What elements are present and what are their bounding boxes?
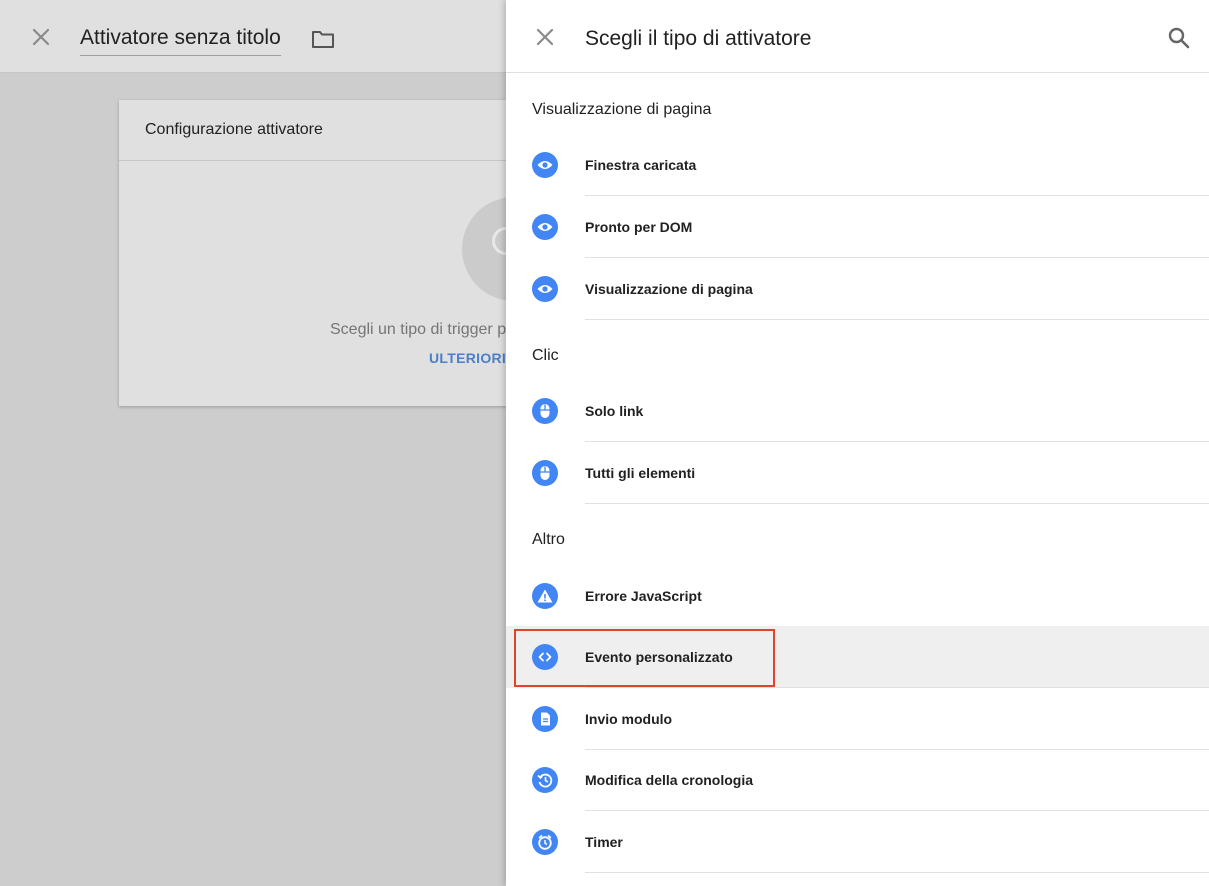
code-icon [532, 644, 558, 670]
trigger-type-just-links[interactable]: Solo link [506, 380, 1209, 442]
trigger-configuration-card[interactable]: Configurazione attivatore Scegli un tipo… [119, 100, 566, 406]
trigger-type-window-loaded[interactable]: Finestra caricata [506, 134, 1209, 196]
trigger-type-label: Evento personalizzato [585, 649, 733, 665]
config-card-title: Configurazione attivatore [145, 121, 323, 138]
trigger-type-label: Modifica della cronologia [585, 772, 754, 788]
trigger-type-label: Solo link [585, 403, 644, 419]
search-icon[interactable] [1166, 25, 1192, 51]
trigger-type-custom-event[interactable]: Evento personalizzato [506, 626, 1209, 688]
trigger-type-label: Pronto per DOM [585, 219, 693, 235]
eye-icon [532, 152, 558, 178]
trigger-name-field[interactable]: Attivatore senza titolo [80, 26, 281, 56]
divider [585, 319, 1209, 320]
learn-more-link[interactable]: ULTERIORI I [429, 350, 514, 366]
eye-icon [532, 214, 558, 240]
trigger-type-form-submission[interactable]: Invio modulo [506, 688, 1209, 750]
trigger-type-label: Tutti gli elementi [585, 465, 696, 481]
close-icon[interactable] [28, 24, 54, 50]
section-title-click: Clic [532, 347, 559, 364]
trigger-type-label: Timer [585, 834, 623, 850]
editor-header: Attivatore senza titolo [0, 0, 506, 73]
document-icon [532, 706, 558, 732]
eye-icon [532, 276, 558, 302]
trigger-type-page-view[interactable]: Visualizzazione di pagina [506, 258, 1209, 320]
trigger-type-label: Visualizzazione di pagina [585, 281, 753, 297]
close-icon[interactable] [533, 25, 557, 49]
trigger-type-label: Finestra caricata [585, 157, 697, 173]
config-help-text: Scegli un tipo di trigger p [330, 321, 507, 338]
divider [585, 503, 1209, 504]
mouse-icon [532, 398, 558, 424]
trigger-type-dom-ready[interactable]: Pronto per DOM [506, 196, 1209, 258]
folder-icon[interactable] [310, 27, 336, 51]
trigger-type-timer[interactable]: Timer [506, 811, 1209, 873]
history-icon [532, 767, 558, 793]
alarm-icon [532, 829, 558, 855]
mouse-icon [532, 460, 558, 486]
trigger-type-label: Invio modulo [585, 711, 673, 727]
trigger-type-all-elements[interactable]: Tutti gli elementi [506, 442, 1209, 504]
trigger-type-javascript-error[interactable]: Errore JavaScript [506, 565, 1209, 627]
panel-header: Scegli il tipo di attivatore [506, 0, 1209, 73]
trigger-type-history-change[interactable]: Modifica della cronologia [506, 749, 1209, 811]
section-title-page-view: Visualizzazione di pagina [532, 101, 712, 118]
warning-icon [532, 583, 558, 609]
trigger-type-label: Errore JavaScript [585, 588, 702, 604]
divider [585, 872, 1209, 873]
trigger-type-panel: Scegli il tipo di attivatore Visualizzaz… [506, 0, 1209, 886]
panel-title: Scegli il tipo di attivatore [585, 27, 812, 50]
divider [119, 160, 519, 161]
section-title-other: Altro [532, 531, 565, 548]
